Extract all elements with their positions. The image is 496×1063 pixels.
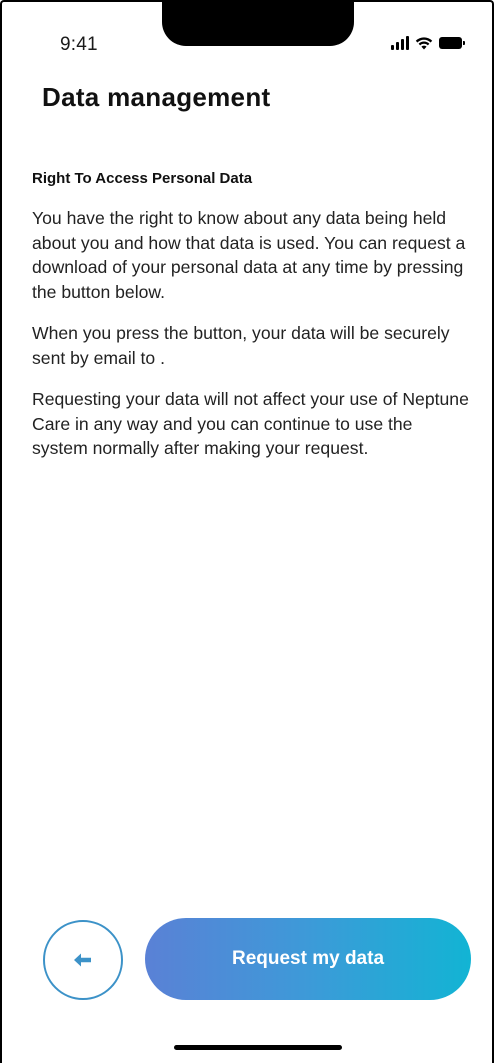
paragraph-no-impact: Requesting your data will not affect you… xyxy=(32,389,469,458)
cellular-signal-icon xyxy=(391,36,409,50)
back-button[interactable] xyxy=(43,920,123,1000)
status-time: 9:41 xyxy=(60,34,98,55)
status-icons xyxy=(391,36,465,50)
section-heading: Right To Access Personal Data xyxy=(32,170,253,187)
home-indicator xyxy=(174,1045,342,1050)
device-notch xyxy=(162,2,354,46)
status-bar: 9:41 xyxy=(2,2,492,62)
request-data-button[interactable]: Request my data xyxy=(145,918,471,1000)
phone-frame: 9:41 Data management Right To Access Per… xyxy=(0,0,494,1063)
wifi-icon xyxy=(415,37,433,50)
paragraph-right-to-know: You have the right to know about any dat… xyxy=(32,208,466,302)
paragraph-email-delivery: When you press the button, your data wil… xyxy=(32,323,450,368)
arrow-left-icon xyxy=(74,953,91,967)
page-title: Data management xyxy=(42,82,271,112)
battery-icon xyxy=(439,37,465,49)
content-area: Right To Access Personal Data You have t… xyxy=(32,170,470,478)
